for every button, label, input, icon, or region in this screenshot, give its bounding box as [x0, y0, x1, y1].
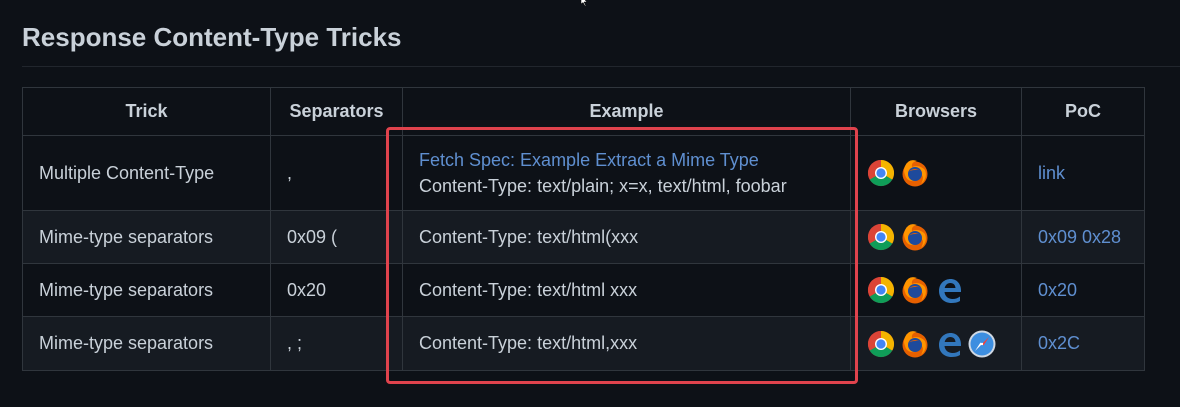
poc-link[interactable]: 0x09 0x28 — [1038, 227, 1121, 247]
poc-cell: 0x2C — [1021, 316, 1145, 371]
browsers-cell — [850, 316, 1022, 371]
table-row: Mime-type separators 0x09 ( Content-Type… — [22, 210, 1145, 264]
poc-cell: 0x20 — [1021, 263, 1145, 317]
mouse-cursor-icon — [580, 0, 588, 6]
poc-link[interactable]: 0x2C — [1038, 333, 1080, 353]
safari-icon — [967, 329, 997, 359]
poc-cell: link — [1021, 135, 1145, 211]
browser-icons — [867, 158, 1005, 188]
browsers-cell — [850, 263, 1022, 317]
trick-cell: Mime-type separators — [22, 210, 271, 264]
example-cell: Content-Type: text/html xxx — [402, 263, 851, 317]
header-example: Example — [402, 87, 851, 136]
fetch-spec-link[interactable]: Fetch Spec: Example Extract a Mime Type — [419, 147, 834, 173]
example-cell: Content-Type: text/html(xxx — [402, 210, 851, 264]
browser-icons — [867, 275, 1005, 305]
heading-divider — [22, 66, 1180, 67]
browser-icons — [867, 329, 1005, 359]
separators-cell: , ; — [270, 316, 403, 371]
browser-icons — [867, 222, 1005, 252]
separators-cell: 0x09 ( — [270, 210, 403, 264]
chrome-icon — [867, 223, 895, 251]
header-separators: Separators — [270, 87, 403, 136]
example-cell: Fetch Spec: Example Extract a Mime Type … — [402, 135, 851, 211]
example-text: Content-Type: text/plain; x=x, text/html… — [419, 176, 787, 196]
separators-cell: 0x20 — [270, 263, 403, 317]
trick-cell: Mime-type separators — [22, 263, 271, 317]
firefox-icon — [899, 158, 931, 188]
header-browsers: Browsers — [850, 87, 1022, 136]
firefox-icon — [899, 222, 931, 252]
header-poc: PoC — [1021, 87, 1145, 136]
example-cell: Content-Type: text/html,xxx — [402, 316, 851, 371]
firefox-icon — [899, 329, 931, 359]
header-trick: Trick — [22, 87, 271, 136]
table-header-row: Trick Separators Example Browsers PoC — [22, 87, 1145, 136]
chrome-icon — [867, 159, 895, 187]
browsers-cell — [850, 210, 1022, 264]
poc-link[interactable]: link — [1038, 163, 1065, 183]
chrome-icon — [867, 276, 895, 304]
separators-cell: , — [270, 135, 403, 211]
poc-link[interactable]: 0x20 — [1038, 280, 1077, 300]
poc-cell: 0x09 0x28 — [1021, 210, 1145, 264]
tricks-table: Trick Separators Example Browsers PoC Mu… — [22, 87, 1145, 371]
table-row: Mime-type separators 0x20 Content-Type: … — [22, 263, 1145, 317]
chrome-icon — [867, 330, 895, 358]
page-title: Response Content-Type Tricks — [22, 22, 402, 52]
trick-cell: Mime-type separators — [22, 316, 271, 371]
table-row: Multiple Content-Type , Fetch Spec: Exam… — [22, 135, 1145, 211]
table-row: Mime-type separators , ; Content-Type: t… — [22, 316, 1145, 371]
browsers-cell — [850, 135, 1022, 211]
firefox-icon — [899, 275, 931, 305]
edge-icon — [935, 330, 963, 358]
trick-cell: Multiple Content-Type — [22, 135, 271, 211]
edge-icon — [935, 276, 963, 304]
